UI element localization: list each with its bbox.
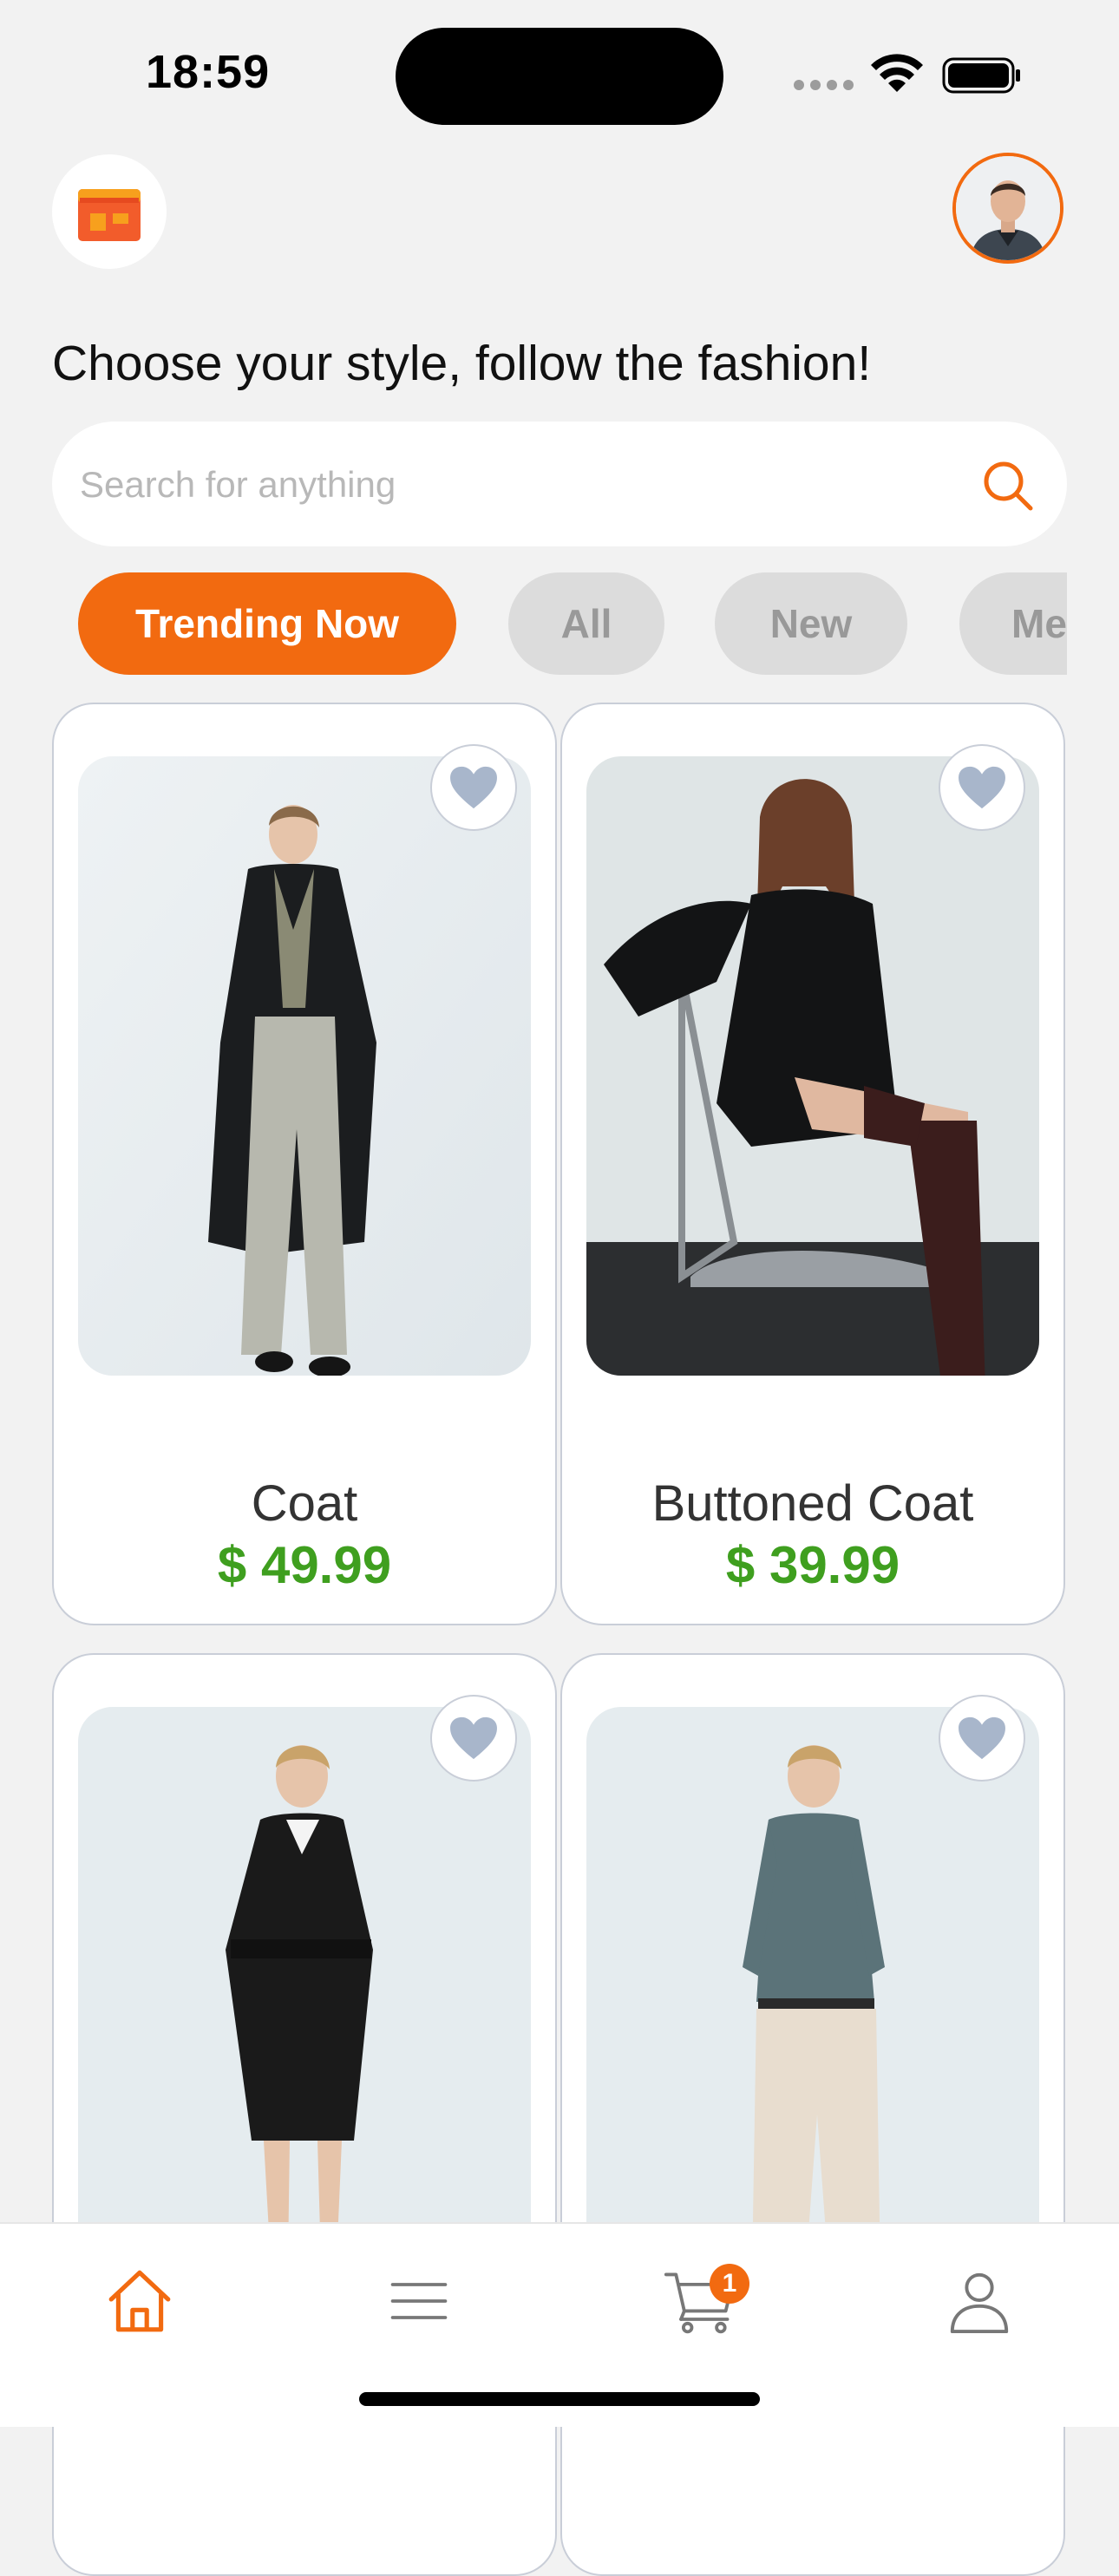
favorite-button[interactable] bbox=[939, 1695, 1025, 1782]
cellular-signal-icon bbox=[794, 80, 854, 92]
dynamic-island bbox=[396, 28, 723, 125]
product-image[interactable] bbox=[78, 756, 531, 1376]
product-price: $ 39.99 bbox=[725, 1536, 900, 1594]
category-chips: Trending Now All New Men bbox=[52, 572, 1067, 677]
product-card[interactable] bbox=[52, 1653, 557, 2576]
home-icon bbox=[108, 2270, 171, 2332]
product-card[interactable] bbox=[560, 1653, 1065, 2576]
chip-men[interactable]: Men bbox=[959, 572, 1067, 675]
status-time: 18:59 bbox=[146, 46, 271, 98]
product-image[interactable] bbox=[586, 756, 1039, 1376]
tab-menu[interactable] bbox=[371, 2253, 467, 2349]
heart-icon bbox=[450, 766, 497, 809]
tab-home[interactable] bbox=[92, 2253, 187, 2349]
status-bar: 18:59 bbox=[0, 0, 1119, 147]
product-card[interactable]: Coat $ 49.99 bbox=[52, 703, 557, 1625]
favorite-button[interactable] bbox=[430, 744, 517, 831]
product-card[interactable]: Buttoned Coat $ 39.99 bbox=[560, 703, 1065, 1625]
wifi-icon bbox=[871, 54, 923, 92]
profile-icon bbox=[950, 2272, 1009, 2334]
heart-icon bbox=[450, 1716, 497, 1760]
cart-count-badge: 1 bbox=[710, 2264, 749, 2304]
heart-icon bbox=[959, 766, 1005, 809]
menu-icon bbox=[390, 2283, 448, 2319]
heart-icon bbox=[959, 1716, 1005, 1760]
store-button[interactable] bbox=[52, 154, 167, 269]
tab-profile[interactable] bbox=[932, 2253, 1027, 2349]
avatar[interactable] bbox=[952, 153, 1063, 264]
search-bar[interactable] bbox=[52, 422, 1067, 546]
chip-trending-now[interactable]: Trending Now bbox=[78, 572, 456, 675]
store-icon bbox=[78, 189, 141, 241]
page-headline: Choose your style, follow the fashion! bbox=[52, 336, 872, 391]
favorite-button[interactable] bbox=[430, 1695, 517, 1782]
home-indicator bbox=[359, 2392, 760, 2406]
avatar-photo bbox=[956, 156, 1060, 260]
search-input[interactable] bbox=[78, 456, 949, 513]
product-price: $ 49.99 bbox=[217, 1536, 392, 1594]
product-name: Buttoned Coat bbox=[651, 1475, 974, 1532]
chip-all[interactable]: All bbox=[508, 572, 664, 675]
product-name: Coat bbox=[251, 1475, 358, 1532]
favorite-button[interactable] bbox=[939, 744, 1025, 831]
search-icon[interactable] bbox=[980, 458, 1036, 513]
chip-new[interactable]: New bbox=[715, 572, 907, 675]
tab-cart[interactable]: 1 bbox=[652, 2253, 749, 2349]
battery-icon bbox=[942, 57, 1020, 94]
